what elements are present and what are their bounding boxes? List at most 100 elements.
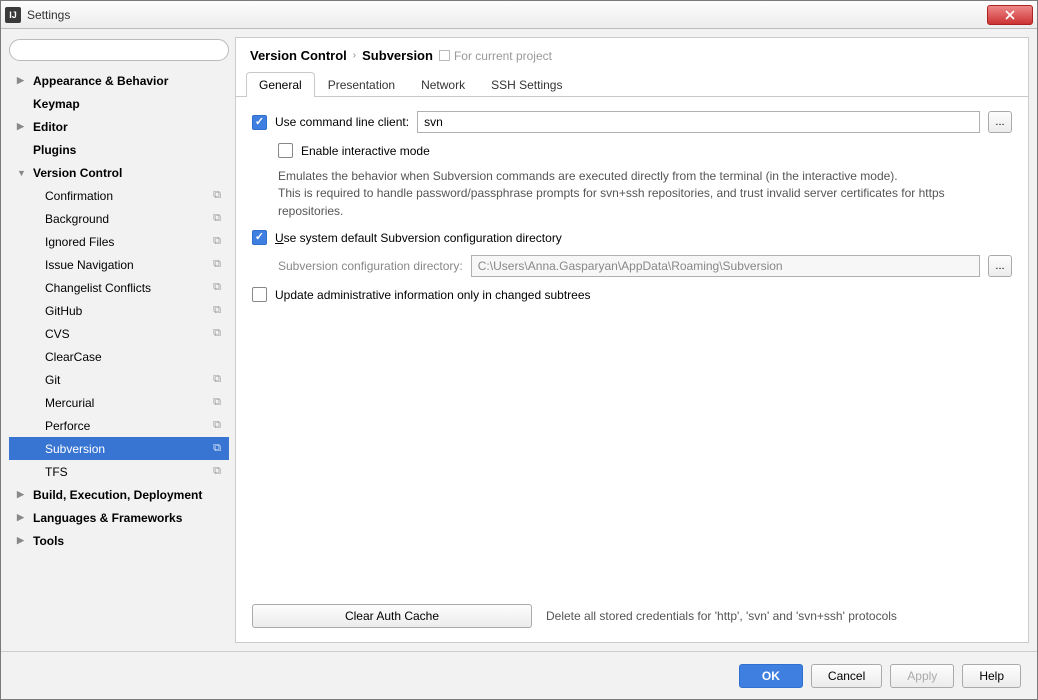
sidebar-item-background[interactable]: Background ⧉ (9, 207, 229, 230)
project-scope-icon: ⧉ (213, 212, 221, 225)
sidebar-item-label: Keymap (33, 97, 80, 111)
sidebar-item-label: ClearCase (45, 350, 102, 364)
project-scope-icon: ⧉ (213, 304, 221, 317)
sidebar-item-tfs[interactable]: TFS ⧉ (9, 460, 229, 483)
tab-network[interactable]: Network (408, 72, 478, 97)
tab-presentation[interactable]: Presentation (315, 72, 408, 97)
sidebar-item-perforce[interactable]: Perforce⧉ (9, 414, 229, 437)
update-admin-label: Update administrative information only i… (275, 288, 591, 302)
project-scope-icon (439, 50, 450, 61)
chevron-right-icon: ▶ (17, 121, 29, 132)
sidebar-item-label: Plugins (33, 143, 76, 157)
cancel-button[interactable]: Cancel (811, 664, 882, 688)
cli-path-input[interactable] (417, 111, 980, 133)
project-scope-icon: ⧉ (213, 258, 221, 271)
sidebar-item-label: Subversion (45, 442, 105, 456)
tabs: GeneralPresentationNetworkSSH Settings (236, 71, 1028, 97)
settings-tree: ▶ Appearance & Behavior Keymap ▶ Editor Plugi… (9, 69, 229, 643)
chevron-right-icon: ▶ (17, 535, 29, 546)
content-area: ▶ Appearance & Behavior Keymap ▶ Editor Plugi… (1, 29, 1037, 651)
sidebar-item-label: Mercurial (45, 396, 94, 410)
sidebar-item-appearance-behavior[interactable]: ▶ Appearance & Behavior (9, 69, 229, 92)
sidebar-item-label: Version Control (33, 166, 122, 180)
sidebar-item-languages-frameworks[interactable]: ▶ Languages & Frameworks (9, 506, 229, 529)
use-default-dir-label: Use system default Subversion configurat… (275, 231, 562, 245)
apply-button[interactable]: Apply (890, 664, 954, 688)
use-default-dir-checkbox[interactable] (252, 230, 267, 245)
sidebar-item-label: Languages & Frameworks (33, 511, 182, 525)
interactive-description: Emulates the behavior when Subversion co… (252, 168, 1012, 220)
sidebar-item-editor[interactable]: ▶ Editor (9, 115, 229, 138)
main-panel: Version Control › Subversion For current… (235, 37, 1029, 643)
sidebar-item-changelist-conflicts[interactable]: Changelist Conflicts ⧉ (9, 276, 229, 299)
sidebar-item-label: GitHub (45, 304, 82, 318)
sidebar-item-mercurial[interactable]: Mercurial⧉ (9, 391, 229, 414)
sidebar-item-tools[interactable]: ▶ Tools (9, 529, 229, 552)
sidebar-item-keymap[interactable]: Keymap (9, 92, 229, 115)
tab-ssh-settings[interactable]: SSH Settings (478, 72, 575, 97)
project-scope-badge: For current project (439, 49, 552, 63)
clear-auth-cache-button[interactable]: Clear Auth Cache (252, 604, 532, 628)
use-default-dir-row: Use system default Subversion configurat… (252, 230, 1012, 245)
sidebar-item-label: TFS (45, 465, 68, 479)
chevron-right-icon: › (353, 50, 356, 61)
sidebar-item-label: Tools (33, 534, 64, 548)
cli-browse-button[interactable]: ... (988, 111, 1012, 133)
use-cli-checkbox[interactable] (252, 115, 267, 130)
sidebar-item-label: Issue Navigation (45, 258, 134, 272)
sidebar-item-label: Ignored Files (45, 235, 114, 249)
interactive-label: Enable interactive mode (301, 144, 430, 158)
search-input[interactable] (9, 39, 229, 61)
breadcrumb-current: Subversion (362, 48, 433, 63)
interactive-checkbox[interactable] (278, 143, 293, 158)
sidebar-item-cvs[interactable]: CVS⧉ (9, 322, 229, 345)
settings-window: IJ Settings ▶ Appearance & Behavior Keymap… (0, 0, 1038, 700)
sidebar-item-issue-navigation[interactable]: Issue Navigation ⧉ (9, 253, 229, 276)
clear-cache-description: Delete all stored credentials for 'http'… (546, 609, 897, 623)
sidebar-item-label: Appearance & Behavior (33, 74, 168, 88)
project-scope-icon: ⧉ (213, 373, 221, 386)
sidebar-item-subversion[interactable]: Subversion ⧉ (9, 437, 229, 460)
close-icon (1005, 10, 1015, 20)
sidebar-item-label: Background (45, 212, 109, 226)
sidebar-item-label: Build, Execution, Deployment (33, 488, 202, 502)
sidebar-item-plugins[interactable]: Plugins (9, 138, 229, 161)
use-cli-row: Use command line client: ... (252, 111, 1012, 133)
project-scope-icon: ⧉ (213, 442, 221, 455)
update-admin-checkbox[interactable] (252, 287, 267, 302)
breadcrumb-parent[interactable]: Version Control (250, 48, 347, 63)
config-dir-browse-button[interactable]: ... (988, 255, 1012, 277)
project-scope-icon: ⧉ (213, 281, 221, 294)
sidebar-item-version-control[interactable]: ▼Version Control (9, 161, 229, 184)
project-scope-icon: ⧉ (213, 235, 221, 248)
chevron-right-icon: ▶ (17, 489, 29, 500)
interactive-row: Enable interactive mode (252, 143, 1012, 158)
project-scope-icon: ⧉ (213, 465, 221, 478)
sidebar-item-ignored-files[interactable]: Ignored Files ⧉ (9, 230, 229, 253)
titlebar: IJ Settings (1, 1, 1037, 29)
panel-spacer (252, 312, 1012, 586)
chevron-right-icon: ▶ (17, 75, 29, 86)
help-button[interactable]: Help (962, 664, 1021, 688)
sidebar-item-git[interactable]: Git ⧉ (9, 368, 229, 391)
project-scope-icon: ⧉ (213, 189, 221, 202)
sidebar-item-build-execution-deployment[interactable]: ▶ Build, Execution, Deployment (9, 483, 229, 506)
app-icon: IJ (5, 7, 21, 23)
sidebar-item-clearcase[interactable]: ClearCase (9, 345, 229, 368)
sidebar-item-label: Git (45, 373, 60, 387)
close-button[interactable] (987, 5, 1033, 25)
search-wrap (9, 37, 229, 69)
chevron-right-icon: ▶ (17, 512, 29, 523)
project-scope-label: For current project (454, 49, 552, 63)
config-dir-input (471, 255, 980, 277)
update-admin-row: Update administrative information only i… (252, 287, 1012, 302)
sidebar-item-label: Editor (33, 120, 68, 134)
sidebar-item-label: Changelist Conflicts (45, 281, 151, 295)
dialog-button-bar: OK Cancel Apply Help (1, 651, 1037, 699)
ok-button[interactable]: OK (739, 664, 803, 688)
sidebar-item-github[interactable]: GitHub ⧉ (9, 299, 229, 322)
tab-general[interactable]: General (246, 72, 315, 97)
sidebar-item-confirmation[interactable]: Confirmation⧉ (9, 184, 229, 207)
clear-cache-row: Clear Auth Cache Delete all stored crede… (252, 596, 1012, 628)
project-scope-icon: ⧉ (213, 327, 221, 340)
